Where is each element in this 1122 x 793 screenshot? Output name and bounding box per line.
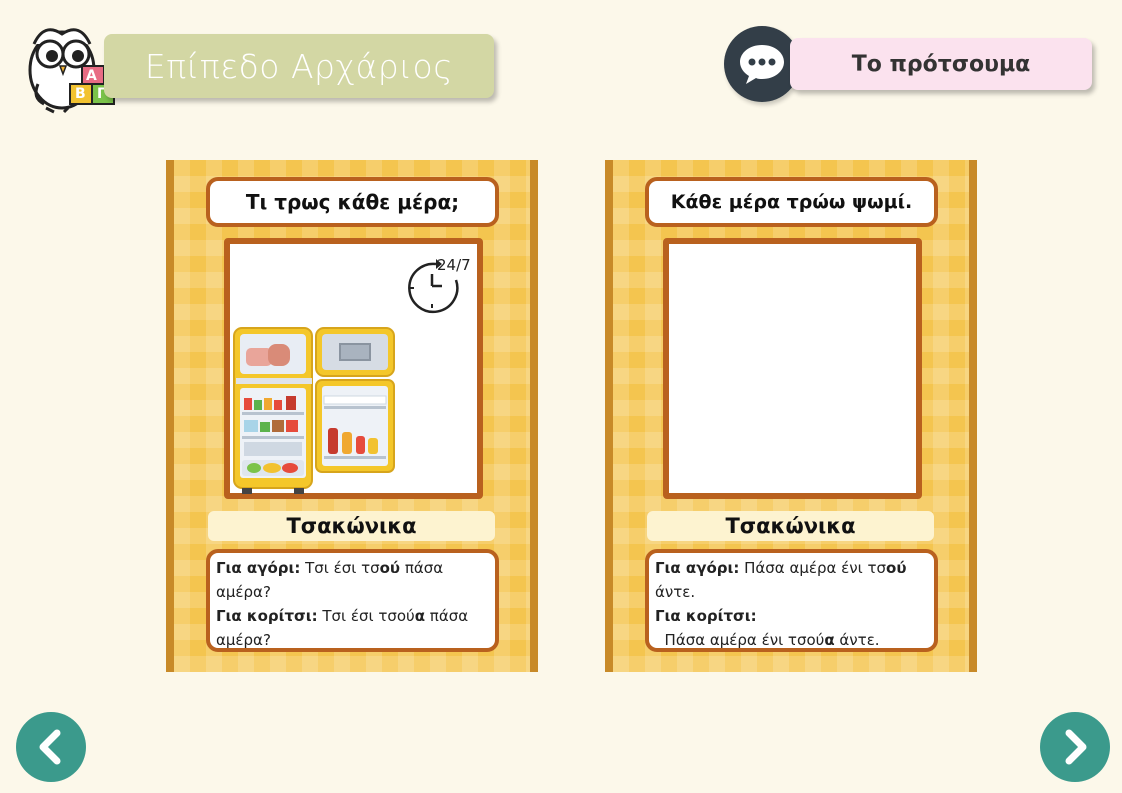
girl-label: Για κορίτσι:: [655, 607, 757, 625]
girl-text-post: άντε.: [834, 631, 880, 649]
next-button[interactable]: [1040, 712, 1110, 782]
logo-letter-b: Β: [75, 86, 86, 102]
original-text-label: Το πρότσουμα: [851, 51, 1031, 77]
girl-label: Για κορίτσι:: [216, 607, 318, 625]
clock-label: 24/7: [437, 256, 471, 274]
girl-text-bold: α: [824, 631, 835, 649]
boy-text-pre: Πάσα αμέρα ένι τσ: [739, 559, 887, 577]
girl-text-bold: α: [414, 607, 426, 625]
card-title: Τι τρως κάθε μέρα;: [245, 190, 460, 214]
translation-box: Για αγόρι: Τσι έσι τσού πάσα αμέρα? Για …: [206, 549, 499, 652]
answer-card: Κάθε μέρα τρώω ψωμί. Τσακώνικα Για αγόρι…: [605, 160, 977, 672]
translation-box: Για αγόρι: Πάσα αμέρα ένι τσού άντε. Για…: [645, 549, 938, 652]
chevron-left-icon: [39, 729, 61, 765]
boy-text-post: άντε.: [655, 583, 696, 601]
boy-text-bold: ού: [886, 559, 907, 577]
card-image-placeholder: [663, 238, 922, 499]
language-label: Τσακώνικα: [725, 514, 856, 538]
translation-boy: Για αγόρι: Πάσα αμέρα ένι τσού άντε.: [655, 556, 928, 604]
boy-text-pre: Τσι έσι τσ: [300, 559, 380, 577]
card-image: 24/7: [224, 238, 483, 499]
translation-girl: Για κορίτσι: Τσι έσι τσούα πάσα αμέρα?: [216, 604, 489, 648]
translation-boy: Για αγόρι: Τσι έσι τσού πάσα αμέρα?: [216, 556, 489, 604]
boy-label: Για αγόρι:: [216, 559, 301, 577]
chat-button[interactable]: [724, 26, 800, 102]
card-title-box: Κάθε μέρα τρώω ψωμί.: [645, 177, 938, 227]
refrigerator-icon: [233, 327, 395, 494]
previous-button[interactable]: [16, 712, 86, 782]
boy-text-bold: ού: [379, 559, 401, 577]
language-label-box: Τσακώνικα: [208, 511, 495, 541]
level-title: Επίπεδο Αρχάριος: [144, 46, 454, 86]
girl-text-pre: Τσι έσι τσού: [317, 607, 415, 625]
girl-text-pre: Πάσα αμέρα ένι τσού: [655, 631, 825, 649]
language-label-box: Τσακώνικα: [647, 511, 934, 541]
language-label: Τσακώνικα: [286, 514, 417, 538]
chevron-right-icon: [1065, 729, 1087, 765]
speech-bubble-icon: [740, 45, 784, 84]
level-title-banner: Επίπεδο Αρχάριος: [104, 34, 494, 98]
original-text-button[interactable]: Το πρότσουμα: [790, 38, 1092, 90]
translation-girl: Για κορίτσι: Πάσα αμέρα ένι τσούα άντε.: [655, 604, 928, 649]
question-card: Τι τρως κάθε μέρα; 24/7 Τσακώνικα Για αγ…: [166, 160, 538, 672]
card-title-box: Τι τρως κάθε μέρα;: [206, 177, 499, 227]
boy-label: Για αγόρι:: [655, 559, 740, 577]
logo-letter-a: Α: [86, 68, 97, 84]
card-title: Κάθε μέρα τρώω ψωμί.: [670, 191, 913, 213]
